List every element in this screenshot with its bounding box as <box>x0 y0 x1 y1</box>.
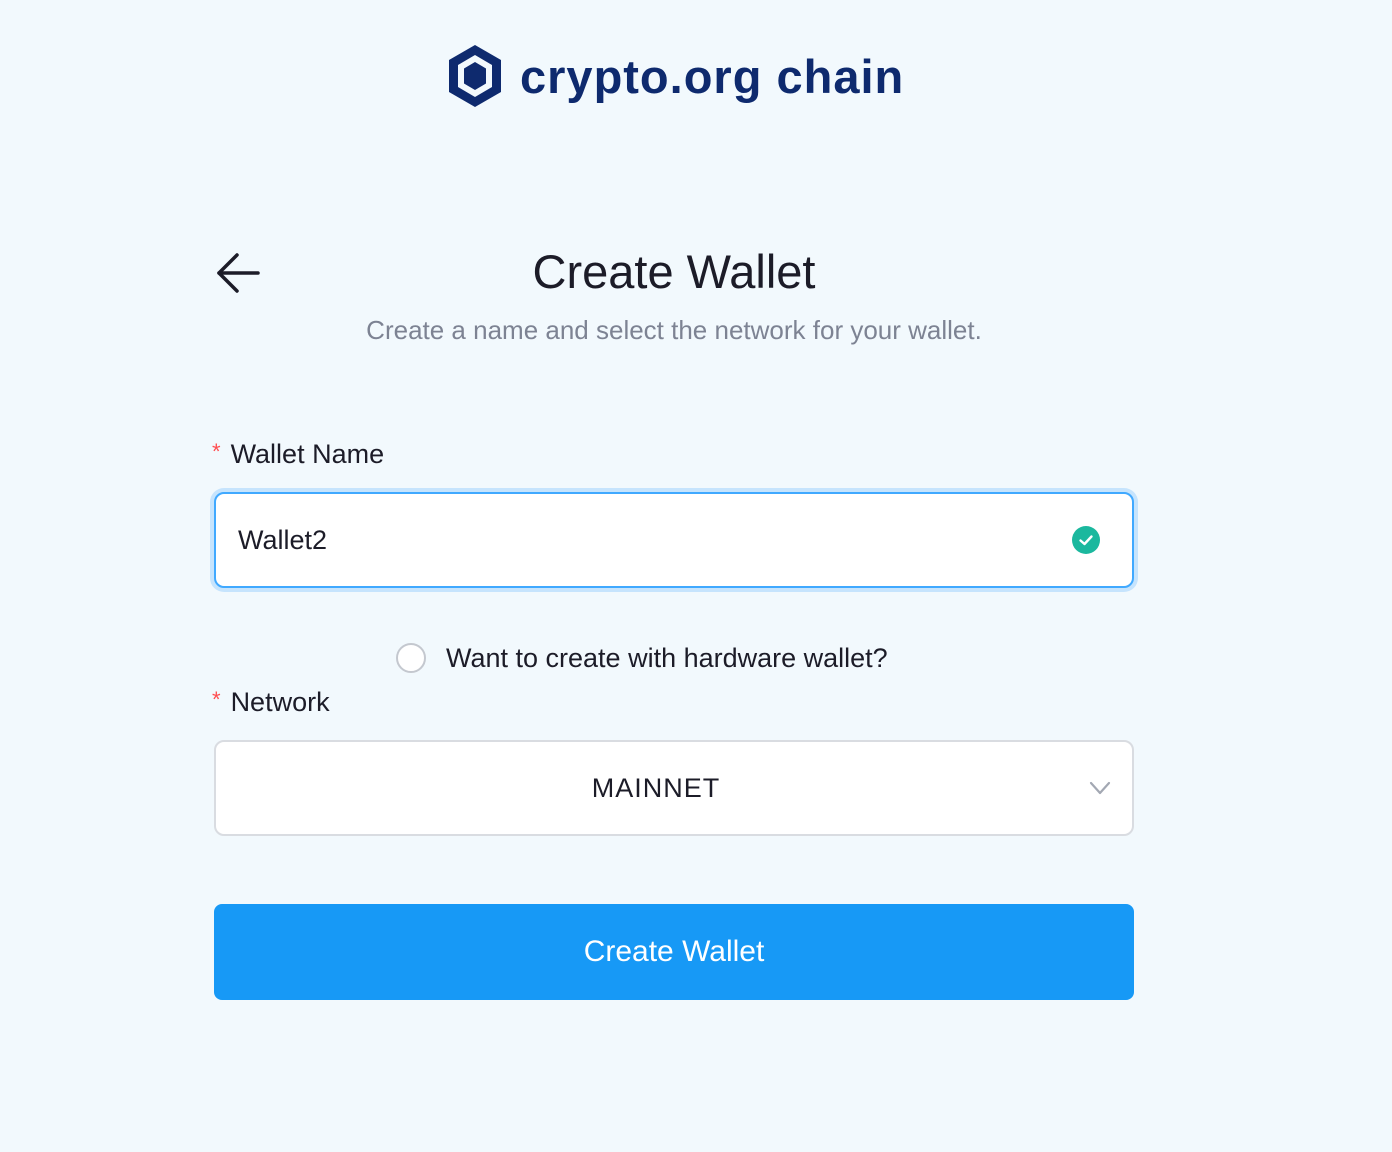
page-title: Create Wallet <box>532 245 816 298</box>
hardware-wallet-option[interactable]: Want to create with hardware wallet? <box>396 640 888 676</box>
required-mark: * <box>212 439 221 464</box>
create-wallet-button[interactable]: Create Wallet <box>214 904 1134 1000</box>
network-selected-value: MAINNET <box>591 773 721 803</box>
check-circle-icon <box>1072 526 1100 554</box>
brand-logo: crypto.org chain <box>446 42 904 110</box>
brand-name: crypto.org chain <box>520 49 905 103</box>
network-label: * Network <box>212 684 330 722</box>
hardware-wallet-radio[interactable] <box>396 643 426 673</box>
hexagon-logo-icon <box>446 43 504 109</box>
required-mark: * <box>212 687 221 712</box>
wallet-name-label-text: Wallet Name <box>230 439 385 469</box>
network-select[interactable]: MAINNET <box>214 740 1134 836</box>
wallet-name-field <box>214 492 1134 588</box>
chevron-down-icon <box>1088 778 1112 798</box>
network-label-text: Network <box>230 687 330 717</box>
page-subtitle: Create a name and select the network for… <box>366 315 982 345</box>
wallet-name-label: * Wallet Name <box>212 436 384 474</box>
hardware-wallet-label: Want to create with hardware wallet? <box>446 642 888 673</box>
wallet-name-input[interactable] <box>238 494 1058 586</box>
